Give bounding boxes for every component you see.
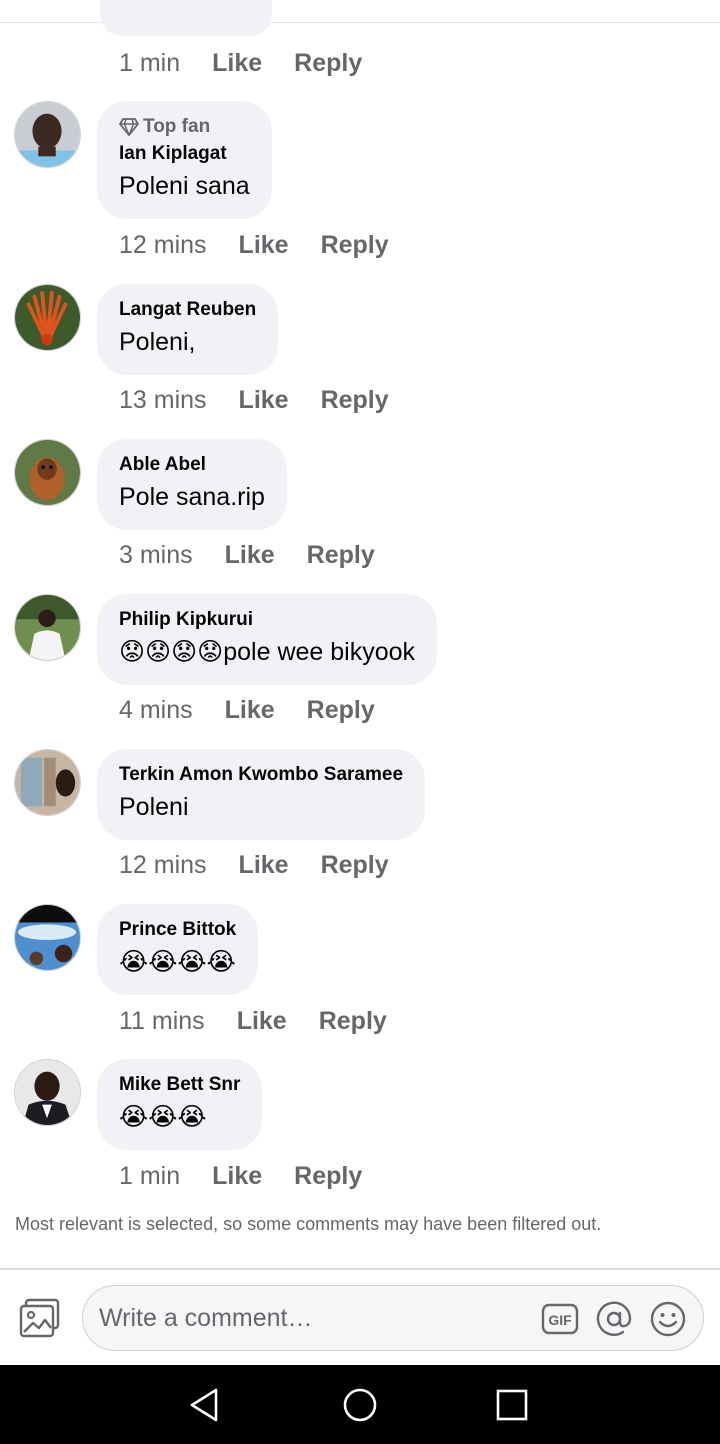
comment-time: 12 mins — [119, 230, 207, 259]
comment-meta: 1 min Like Reply — [119, 48, 394, 78]
svg-text:GIF: GIF — [548, 1312, 572, 1328]
comment-bubble[interactable]: Langat Reuben Poleni, — [97, 284, 279, 375]
reply-button[interactable]: Reply — [294, 1162, 362, 1191]
system-navigation-bar — [0, 1365, 720, 1444]
comment-meta: 3 mins Like Reply — [119, 540, 407, 570]
comment-time: 3 mins — [119, 540, 193, 569]
user-avatar-image — [15, 595, 80, 660]
commenter-name[interactable]: Langat Reuben — [119, 298, 256, 322]
reply-button[interactable]: Reply — [319, 1007, 387, 1036]
comment-text: 😭😭😭😭 — [119, 948, 236, 976]
comment-text: Poleni, — [119, 328, 196, 356]
user-avatar-image — [15, 440, 80, 505]
comment-bubble[interactable]: Top fan Ian Kiplagat Poleni sana — [97, 101, 272, 219]
like-button[interactable]: Like — [237, 1007, 287, 1036]
filter-notice: Most relevant is selected, so some comme… — [15, 1214, 602, 1234]
avatar[interactable] — [14, 594, 81, 661]
like-button[interactable]: Like — [225, 696, 275, 725]
home-icon[interactable] — [340, 1385, 380, 1425]
reply-button[interactable]: Reply — [321, 231, 389, 260]
comment-text: Poleni — [119, 793, 189, 821]
avatar[interactable] — [14, 284, 81, 351]
reply-button[interactable]: Reply — [321, 851, 389, 880]
reply-button[interactable]: Reply — [294, 49, 362, 78]
commenter-name[interactable]: Philip Kipkurui — [119, 608, 415, 632]
commenter-name[interactable]: Mike Bett Snr — [119, 1073, 240, 1097]
like-button[interactable]: Like — [239, 851, 289, 880]
comment-time: 1 min — [119, 48, 181, 77]
comment-input-container[interactable]: GIF — [82, 1285, 704, 1351]
like-button[interactable]: Like — [212, 1162, 262, 1191]
comment-meta: 1 min Like Reply — [119, 1161, 394, 1191]
comment-text: 😟😟😟😟pole wee bikyook — [119, 638, 416, 666]
comment-bubble[interactable]: Prince Bittok 😭😭😭😭 — [97, 904, 259, 995]
like-button[interactable]: Like — [212, 49, 262, 78]
comment-bubble[interactable]: Mike Bett Snr 😭😭😭 — [97, 1059, 263, 1150]
gif-icon[interactable]: GIF — [541, 1300, 579, 1338]
reply-button[interactable]: Reply — [307, 541, 375, 570]
user-avatar-image — [15, 1060, 80, 1125]
reply-button[interactable]: Reply — [307, 696, 375, 725]
comment-composer: GIF — [0, 1270, 720, 1365]
avatar[interactable] — [14, 1059, 81, 1126]
user-avatar-image — [15, 285, 80, 350]
like-button[interactable]: Like — [239, 386, 289, 415]
comment-text: Poleni sana — [119, 172, 250, 200]
comment-time: 1 min — [119, 1161, 181, 1190]
top-fan-label: Top fan — [143, 116, 211, 137]
mention-icon[interactable] — [595, 1300, 633, 1338]
emoji-icon[interactable] — [649, 1300, 687, 1338]
comment-input[interactable] — [99, 1298, 529, 1338]
commenter-name[interactable]: Able Abel — [119, 453, 265, 477]
diamond-icon — [119, 118, 139, 136]
avatar[interactable] — [14, 439, 81, 506]
comment-time: 13 mins — [119, 385, 207, 414]
comment-bubble[interactable]: Terkin Amon Kwombo Saramee Poleni — [97, 749, 426, 840]
comment-time: 11 mins — [119, 1006, 205, 1035]
comment-meta: 12 mins Like Reply — [119, 850, 421, 880]
comment-meta: 13 mins Like Reply — [119, 385, 421, 415]
comment-text: 😭😭😭 — [119, 1103, 207, 1131]
comment-meta: 12 mins Like Reply — [119, 230, 421, 260]
avatar[interactable] — [14, 749, 81, 816]
user-avatar-image — [15, 102, 80, 167]
avatar[interactable] — [14, 101, 81, 168]
like-button[interactable]: Like — [225, 541, 275, 570]
comment-text: Pole sana.rip — [119, 483, 265, 511]
user-avatar-image — [15, 750, 80, 815]
recents-icon[interactable] — [492, 1385, 532, 1425]
commenter-name[interactable]: Ian Kiplagat — [119, 142, 250, 166]
comment-bubble[interactable]: Philip Kipkurui 😟😟😟😟pole wee bikyook — [97, 594, 438, 685]
back-icon[interactable] — [186, 1385, 226, 1425]
comment-time: 12 mins — [119, 850, 207, 879]
photo-icon[interactable] — [18, 1298, 62, 1338]
comment-bubble[interactable]: Able Abel Pole sana.rip — [97, 439, 287, 530]
comment-meta: 4 mins Like Reply — [119, 695, 407, 725]
user-avatar-image — [15, 905, 80, 970]
commenter-name[interactable]: Terkin Amon Kwombo Saramee — [119, 763, 403, 787]
avatar[interactable] — [14, 904, 81, 971]
previous-comment-bubble — [100, 0, 272, 36]
like-button[interactable]: Like — [239, 231, 289, 260]
comment-time: 4 mins — [119, 695, 193, 724]
top-fan-badge: Top fan — [119, 115, 250, 139]
comment-meta: 11 mins Like Reply — [119, 1006, 419, 1036]
reply-button[interactable]: Reply — [321, 386, 389, 415]
commenter-name[interactable]: Prince Bittok — [119, 918, 236, 942]
